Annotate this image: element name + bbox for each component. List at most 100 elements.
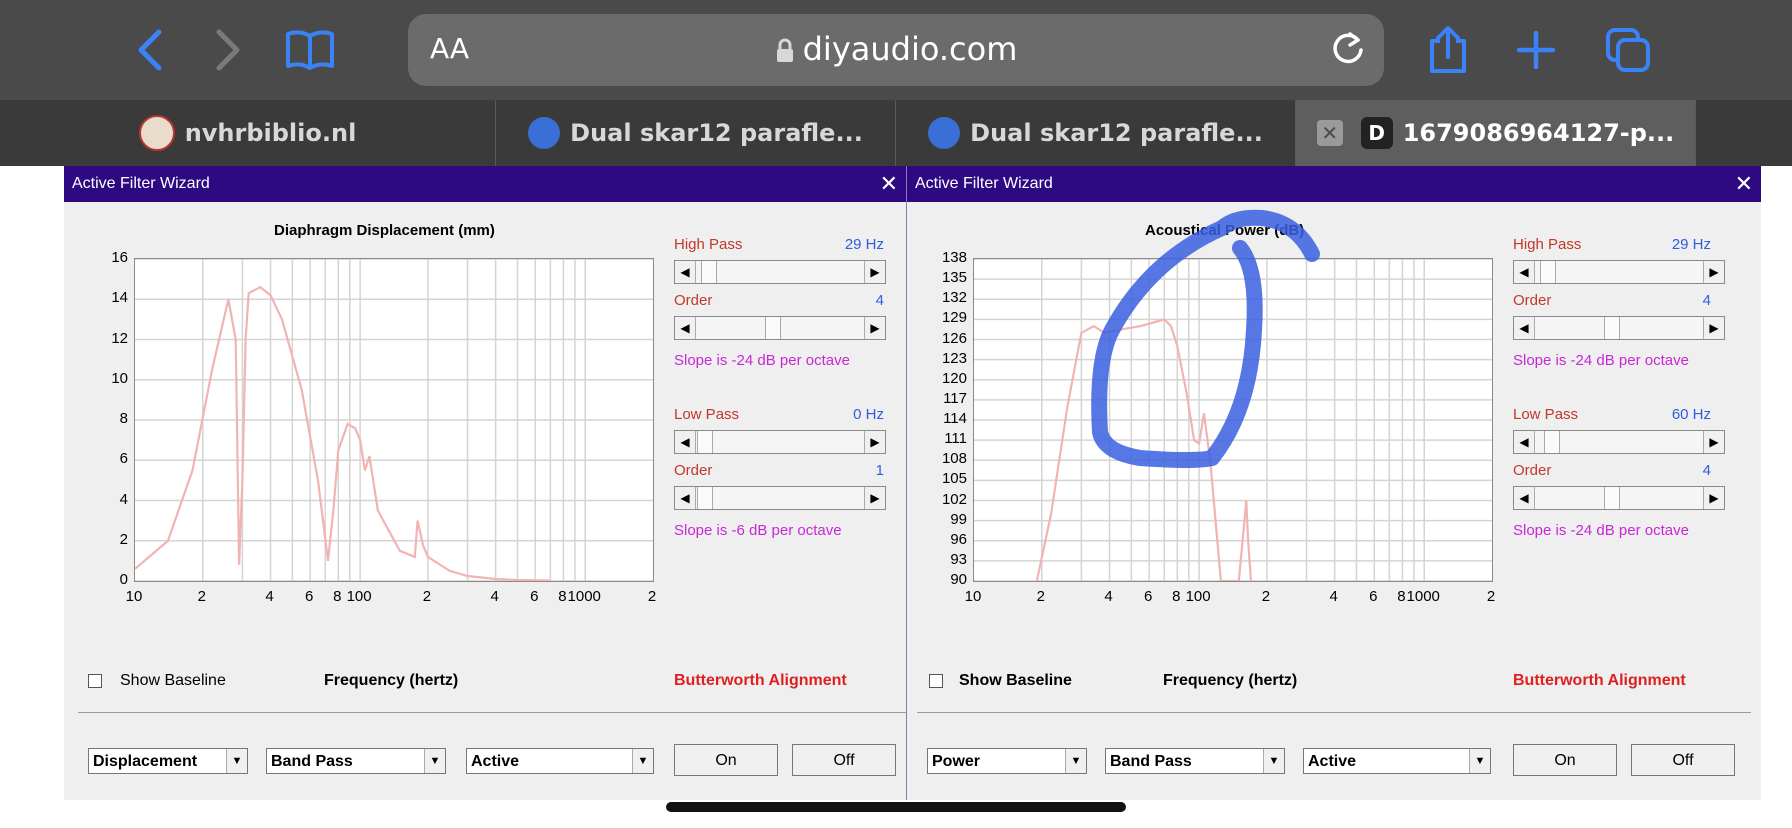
slider-thumb[interactable] <box>1544 431 1560 453</box>
high-pass-value: 29 Hz <box>1671 236 1711 253</box>
power-chart <box>974 258 1492 583</box>
scroll-left-icon[interactable]: ◀ <box>675 261 696 283</box>
scroll-right-icon[interactable]: ▶ <box>1703 487 1724 509</box>
share-button[interactable] <box>1420 22 1476 78</box>
y-tick-label: 12 <box>111 329 128 347</box>
slider-thumb[interactable] <box>1604 317 1620 339</box>
active-filter-wizard-power: Active Filter Wizard ✕ Acoustical Power … <box>906 166 1761 800</box>
chart-title: Acoustical Power (dB) <box>1145 222 1305 239</box>
bookmarks-button[interactable] <box>282 22 338 78</box>
show-baseline-checkbox[interactable] <box>88 674 102 688</box>
low-pass-slider[interactable]: ◀ ▶ <box>1513 430 1725 454</box>
slider-thumb[interactable] <box>1604 487 1620 509</box>
low-pass-slider[interactable]: ◀ ▶ <box>674 430 886 454</box>
lock-icon <box>776 38 793 62</box>
y-tick-label: 0 <box>119 571 128 588</box>
new-tab-button[interactable] <box>1508 22 1564 78</box>
scroll-left-icon[interactable]: ◀ <box>1514 487 1535 509</box>
hp-order-slider[interactable]: ◀ ▶ <box>674 316 886 340</box>
tab-dual-skar12-2[interactable]: Dual skar12 parafle... <box>896 100 1296 166</box>
scroll-left-icon[interactable]: ◀ <box>1514 317 1535 339</box>
scroll-left-icon[interactable]: ◀ <box>675 431 696 453</box>
scroll-right-icon[interactable]: ▶ <box>1703 261 1724 283</box>
off-button[interactable]: Off <box>792 744 896 776</box>
chevron-right-icon <box>216 29 240 71</box>
dropdown-arrow-icon[interactable]: ▼ <box>1263 749 1284 773</box>
scroll-left-icon[interactable]: ◀ <box>675 487 696 509</box>
y-tick-label: 111 <box>944 430 967 448</box>
displacement-plot <box>134 258 654 582</box>
dropdown-value: Band Pass <box>271 753 353 770</box>
scroll-left-icon[interactable]: ◀ <box>1514 261 1535 283</box>
tab-nvhrbiblio[interactable]: nvhrbiblio.nl <box>0 100 496 166</box>
lp-order-value: 1 <box>875 462 884 479</box>
x-tick-label: 10 <box>964 588 982 605</box>
scroll-left-icon[interactable]: ◀ <box>675 317 696 339</box>
close-icon[interactable]: ✕ <box>1735 166 1753 202</box>
reload-button[interactable] <box>1328 28 1368 73</box>
slider-thumb[interactable] <box>701 261 717 283</box>
slider-thumb[interactable] <box>697 431 713 453</box>
filter-type-dropdown[interactable]: Band Pass ▼ <box>1105 748 1285 774</box>
filter-mode-dropdown[interactable]: Active ▼ <box>1303 748 1491 774</box>
chevron-left-icon <box>138 29 162 71</box>
show-baseline-label: Show Baseline <box>120 672 226 689</box>
y-tick-label: 129 <box>941 309 967 327</box>
alignment-label: Butterworth Alignment <box>674 672 847 689</box>
y-tick-label: 6 <box>119 450 128 468</box>
off-button[interactable]: Off <box>1631 744 1735 776</box>
mode-dropdown[interactable]: Power ▼ <box>927 748 1087 774</box>
tab-active-image[interactable]: ✕ D 1679086964127-p... <box>1296 100 1696 166</box>
dropdown-arrow-icon[interactable]: ▼ <box>632 749 653 773</box>
x-axis-label: Frequency (hertz) <box>1163 672 1298 689</box>
url-display[interactable]: diyaudio.com <box>408 30 1384 68</box>
back-button[interactable] <box>122 22 178 78</box>
dropdown-arrow-icon[interactable]: ▼ <box>226 749 247 773</box>
y-tick-label: 96 <box>950 530 967 548</box>
tab-dual-skar12-1[interactable]: Dual skar12 parafle... <box>496 100 896 166</box>
tab-bar: nvhrbiblio.nl Dual skar12 parafle... Dua… <box>0 100 1792 166</box>
hp-order-slider[interactable]: ◀ ▶ <box>1513 316 1725 340</box>
close-icon[interactable]: ✕ <box>880 166 898 202</box>
dropdown-value: Active <box>1308 753 1357 770</box>
high-pass-label: High Pass <box>1513 236 1582 253</box>
dropdown-arrow-icon[interactable]: ▼ <box>1065 749 1086 773</box>
low-pass-value: 0 Hz <box>853 406 884 423</box>
address-bar[interactable]: AA diyaudio.com <box>408 14 1384 86</box>
scroll-right-icon[interactable]: ▶ <box>864 431 885 453</box>
high-pass-slider[interactable]: ◀ ▶ <box>674 260 886 284</box>
scroll-right-icon[interactable]: ▶ <box>864 261 885 283</box>
scroll-right-icon[interactable]: ▶ <box>1703 431 1724 453</box>
dropdown-arrow-icon[interactable]: ▼ <box>1469 749 1490 773</box>
scroll-left-icon[interactable]: ◀ <box>1514 431 1535 453</box>
low-pass-value: 60 Hz <box>1671 406 1711 423</box>
hp-slope-text: Slope is -24 dB per octave <box>674 352 850 369</box>
on-button[interactable]: On <box>1513 744 1617 776</box>
power-plot <box>973 258 1493 583</box>
lp-order-slider[interactable]: ◀ ▶ <box>1513 486 1725 510</box>
forward-button[interactable] <box>200 22 256 78</box>
dropdown-arrow-icon[interactable]: ▼ <box>424 749 445 773</box>
scroll-right-icon[interactable]: ▶ <box>864 317 885 339</box>
window-titlebar: Active Filter Wizard ✕ <box>907 166 1761 202</box>
slider-thumb[interactable] <box>697 487 713 509</box>
scroll-right-icon[interactable]: ▶ <box>1703 317 1724 339</box>
x-tick-label: 100 <box>346 588 372 605</box>
scroll-right-icon[interactable]: ▶ <box>864 487 885 509</box>
y-tick-label: 117 <box>943 389 967 407</box>
slider-thumb[interactable] <box>1540 261 1556 283</box>
chart-title: Diaphragm Displacement (mm) <box>274 222 495 239</box>
show-baseline-checkbox[interactable] <box>929 674 943 688</box>
slider-thumb[interactable] <box>765 317 781 339</box>
diyaudio-favicon-icon <box>528 117 561 149</box>
mode-dropdown[interactable]: Displacement ▼ <box>88 748 248 774</box>
tabs-overview-button[interactable] <box>1600 22 1656 78</box>
filter-mode-dropdown[interactable]: Active ▼ <box>466 748 654 774</box>
lp-order-slider[interactable]: ◀ ▶ <box>674 486 886 510</box>
y-tick-label: 132 <box>941 289 967 307</box>
tab-close-icon[interactable]: ✕ <box>1316 120 1343 146</box>
x-tick-label: 4 <box>1104 588 1113 605</box>
high-pass-slider[interactable]: ◀ ▶ <box>1513 260 1725 284</box>
filter-type-dropdown[interactable]: Band Pass ▼ <box>266 748 446 774</box>
on-button[interactable]: On <box>674 744 778 776</box>
